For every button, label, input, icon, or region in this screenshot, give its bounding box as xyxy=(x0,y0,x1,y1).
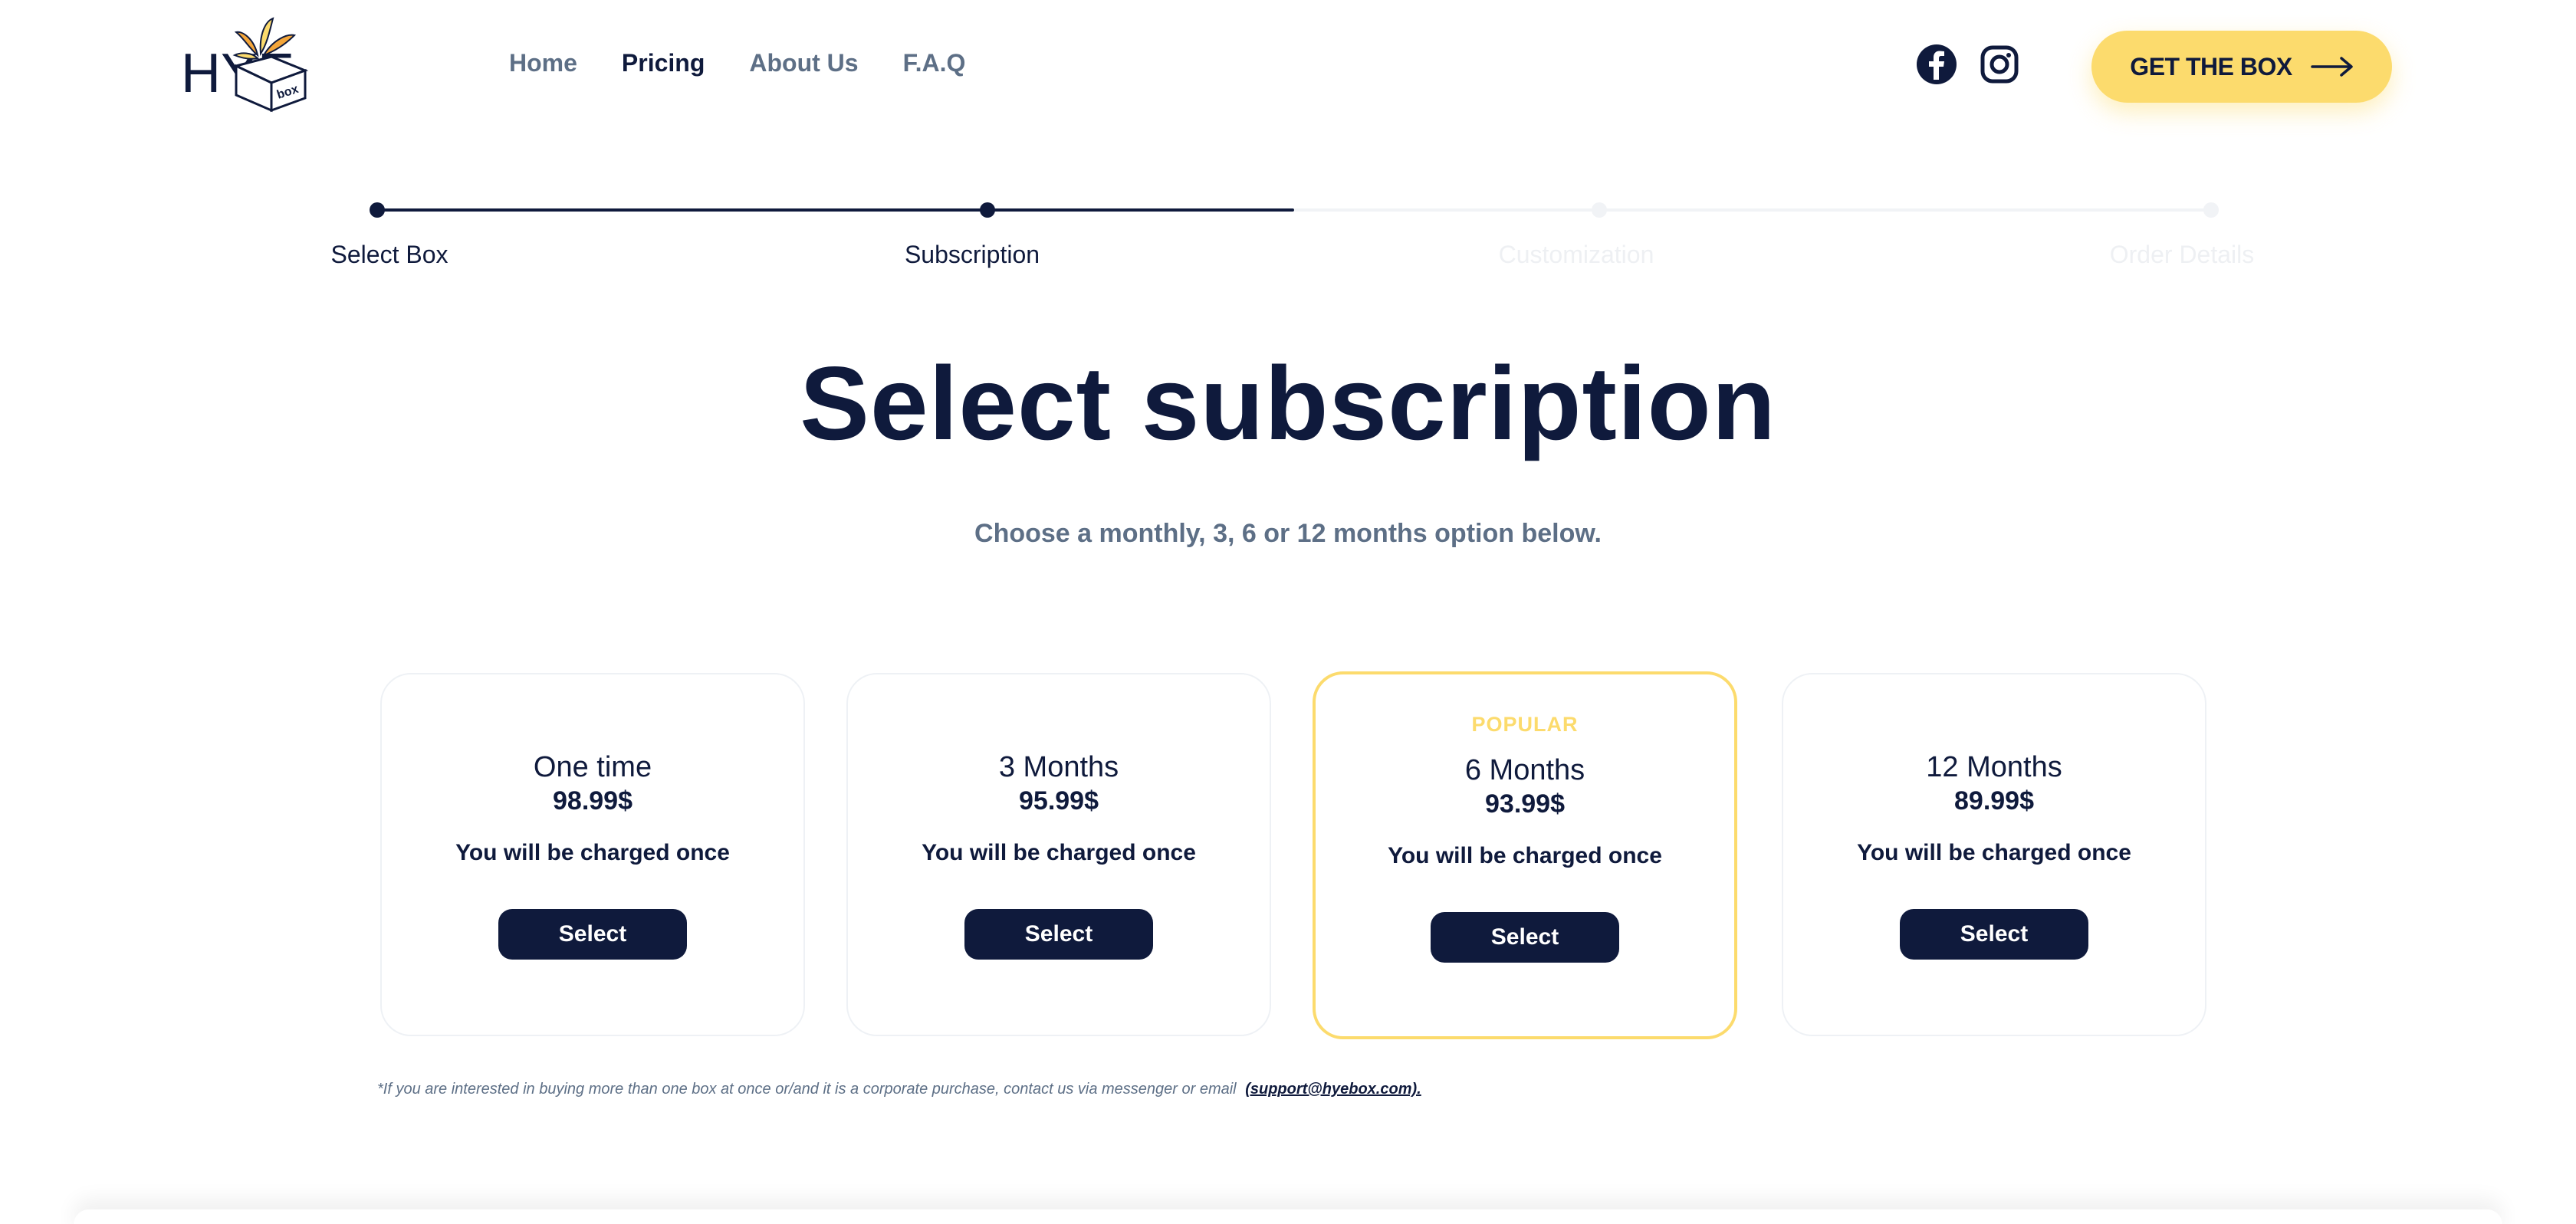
step-dot-order-details xyxy=(2203,202,2219,218)
select-one-time-button[interactable]: Select xyxy=(498,909,687,960)
support-email-link[interactable]: (support@hyebox.com). xyxy=(1245,1081,1421,1098)
corporate-footnote: *If you are interested in buying more th… xyxy=(377,1081,1421,1098)
instagram-icon[interactable] xyxy=(1978,43,2021,86)
stepper-remaining-line xyxy=(1294,208,2211,212)
plan-name: 12 Months xyxy=(1926,751,2062,783)
step-label-order-details: Order Details xyxy=(2109,241,2255,268)
nav-about-us[interactable]: About Us xyxy=(749,49,858,77)
step-dot-customization xyxy=(1592,202,1607,218)
plan-note: You will be charged once xyxy=(1388,843,1662,868)
step-dot-select-box xyxy=(370,202,385,218)
nav-home[interactable]: Home xyxy=(509,49,577,77)
checkout-stepper: Select Box Subscription Customization Or… xyxy=(0,184,2576,284)
plan-note: You will be charged once xyxy=(455,840,730,865)
step-label-subscription: Subscription xyxy=(904,241,1040,268)
plan-note: You will be charged once xyxy=(922,840,1196,865)
plan-name: 6 Months xyxy=(1464,754,1585,786)
plan-card-3-months: 3 Months 95.99$ You will be charged once… xyxy=(846,673,1271,1036)
plan-note: You will be charged once xyxy=(1857,840,2131,865)
main-nav: Home Pricing About Us F.A.Q xyxy=(509,49,965,77)
popular-badge: POPULAR xyxy=(1471,713,1579,736)
step-label-customization: Customization xyxy=(1498,241,1654,268)
step-dot-subscription xyxy=(980,202,995,218)
page-subtitle: Choose a monthly, 3, 6 or 12 months opti… xyxy=(974,519,1602,548)
plan-name: 3 Months xyxy=(998,751,1119,783)
plan-name: One time xyxy=(533,751,652,783)
site-header: HYE box Home Pricing About Us F.A.Q xyxy=(0,0,2576,130)
plan-card-12-months: 12 Months 89.99$ You will be charged onc… xyxy=(1782,673,2206,1036)
plan-price: 98.99$ xyxy=(553,786,632,815)
hyebox-logo[interactable]: HYE box xyxy=(181,15,311,115)
facebook-icon[interactable] xyxy=(1915,43,1958,86)
select-12-months-button[interactable]: Select xyxy=(1900,909,2088,960)
plan-price: 89.99$ xyxy=(1954,786,2034,815)
plan-card-one-time: One time 98.99$ You will be charged once… xyxy=(380,673,805,1036)
nav-faq[interactable]: F.A.Q xyxy=(903,49,966,77)
arrow-right-icon xyxy=(2310,57,2353,77)
page-title: Select subscription xyxy=(800,345,1776,461)
select-3-months-button[interactable]: Select xyxy=(964,909,1153,960)
get-the-box-button[interactable]: GET THE BOX xyxy=(2091,31,2392,103)
step-label-select-box[interactable]: Select Box xyxy=(331,241,449,269)
next-section-edge xyxy=(74,1209,2502,1224)
plan-price: 93.99$ xyxy=(1485,789,1565,819)
get-the-box-label: GET THE BOX xyxy=(2130,52,2292,80)
stepper-progress-line xyxy=(377,208,1294,212)
nav-pricing[interactable]: Pricing xyxy=(622,49,705,77)
footnote-text: *If you are interested in buying more th… xyxy=(377,1081,1237,1098)
plan-card-6-months: POPULAR 6 Months 93.99$ You will be char… xyxy=(1313,671,1737,1039)
select-6-months-button[interactable]: Select xyxy=(1431,912,1619,963)
plan-price: 95.99$ xyxy=(1019,786,1099,815)
